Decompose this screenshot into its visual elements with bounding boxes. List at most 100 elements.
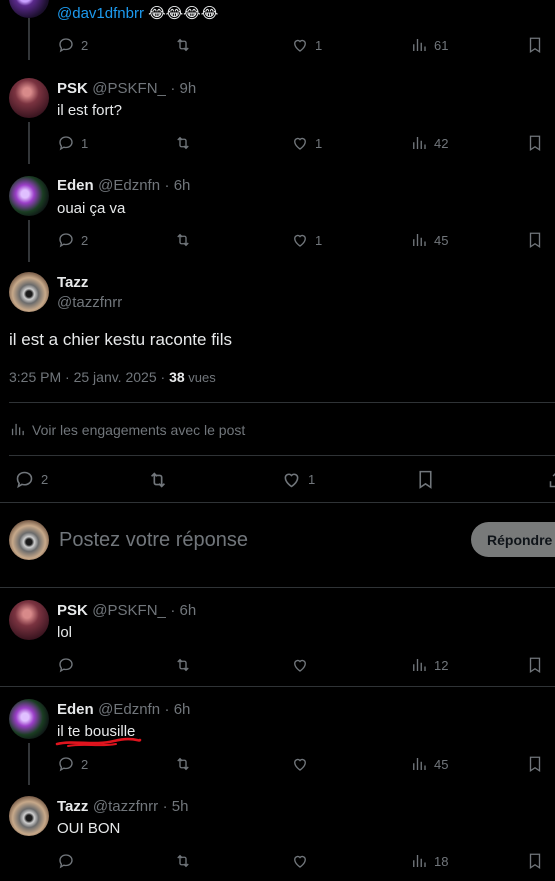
timestamp[interactable]: · 6h bbox=[165, 177, 191, 194]
views-count: 45 bbox=[434, 232, 449, 248]
thread-line bbox=[28, 220, 30, 262]
thread-line bbox=[28, 743, 30, 785]
bookmark-button[interactable] bbox=[526, 134, 544, 152]
reply-button[interactable]: 2 bbox=[57, 36, 88, 54]
share-icon bbox=[549, 473, 555, 488]
retweet-button[interactable] bbox=[174, 231, 192, 249]
bookmark-button[interactable] bbox=[526, 36, 544, 54]
avatar-eden[interactable] bbox=[9, 176, 49, 216]
bookmark-icon bbox=[529, 135, 541, 152]
main-tweet-handle[interactable]: @tazzfnrr bbox=[57, 294, 122, 311]
bookmark-button[interactable] bbox=[526, 755, 544, 773]
views-button[interactable]: 45 bbox=[410, 231, 448, 249]
bookmark-icon bbox=[529, 232, 541, 249]
views-icon bbox=[413, 659, 426, 671]
retweet-button[interactable] bbox=[174, 755, 192, 773]
tweet-meta: 3:25 PM · 25 janv. 2025 · 38 vues bbox=[9, 369, 216, 385]
reply-button[interactable]: 1 bbox=[57, 134, 88, 152]
retweet-icon bbox=[177, 854, 189, 868]
avatar-eden-top[interactable] bbox=[9, 0, 49, 18]
views-icon bbox=[413, 137, 426, 149]
retweet-icon bbox=[177, 757, 189, 771]
bookmark-icon bbox=[529, 657, 541, 674]
timestamp[interactable]: · 9h bbox=[170, 80, 196, 97]
user-handle[interactable]: @tazzfnrr bbox=[93, 798, 158, 815]
views-button[interactable]: 61 bbox=[410, 36, 448, 54]
share-button[interactable] bbox=[547, 469, 555, 490]
retweet-button[interactable] bbox=[174, 852, 192, 870]
divider bbox=[0, 502, 555, 503]
timestamp[interactable]: · 5h bbox=[163, 798, 189, 815]
display-name[interactable]: PSK bbox=[57, 80, 88, 97]
retweet-icon bbox=[150, 472, 166, 488]
display-name[interactable]: Eden bbox=[57, 177, 94, 194]
like-count: 1 bbox=[308, 472, 316, 487]
retweet-button[interactable] bbox=[174, 36, 192, 54]
avatar-composer[interactable] bbox=[9, 520, 49, 560]
mention-link[interactable]: @dav1dfnbrr bbox=[57, 5, 144, 22]
avatar-psk[interactable] bbox=[9, 78, 49, 118]
like-button[interactable]: 1 bbox=[291, 36, 322, 54]
like-button[interactable] bbox=[291, 755, 309, 773]
tweet-header: PSK @PSKFN_ · 9h bbox=[57, 80, 196, 98]
views-button[interactable]: 45 bbox=[410, 755, 448, 773]
timestamp[interactable]: · 6h bbox=[165, 701, 191, 718]
timestamp[interactable]: · 6h bbox=[170, 602, 196, 619]
view-engagements-link[interactable]: Voir les engagements avec le post bbox=[9, 421, 245, 438]
display-name[interactable]: Eden bbox=[57, 701, 94, 718]
reply-button[interactable]: 2 bbox=[57, 231, 88, 249]
main-tweet-name[interactable]: Tazz bbox=[57, 274, 88, 291]
retweet-icon bbox=[177, 233, 189, 247]
views-button[interactable]: 42 bbox=[410, 134, 448, 152]
reply-count: 1 bbox=[81, 135, 89, 151]
like-button[interactable] bbox=[291, 852, 309, 870]
like-icon bbox=[294, 758, 306, 771]
view-label: vues bbox=[184, 370, 216, 385]
reply-count: 2 bbox=[81, 232, 89, 248]
reply-count: 2 bbox=[81, 37, 89, 53]
user-handle[interactable]: @PSKFN_ bbox=[92, 602, 166, 619]
views-count: 12 bbox=[434, 657, 449, 673]
user-handle[interactable]: @Edznfn bbox=[98, 701, 160, 718]
retweet-button[interactable] bbox=[174, 134, 192, 152]
like-button[interactable]: 1 bbox=[291, 231, 322, 249]
main-tweet-text: il est a chier kestu raconte fils bbox=[9, 330, 232, 349]
reply-count: 2 bbox=[81, 756, 89, 772]
reply-icon bbox=[59, 854, 73, 869]
reply-button[interactable] bbox=[57, 852, 75, 870]
bookmark-button[interactable] bbox=[526, 656, 544, 674]
avatar-eden[interactable] bbox=[9, 699, 49, 739]
bookmark-button[interactable] bbox=[526, 852, 544, 870]
avatar-psk[interactable] bbox=[9, 600, 49, 640]
views-button[interactable]: 12 bbox=[410, 656, 448, 674]
bookmark-icon bbox=[529, 756, 541, 773]
user-handle[interactable]: @Edznfn bbox=[98, 177, 160, 194]
bookmark-button[interactable] bbox=[526, 231, 544, 249]
reply-icon bbox=[59, 136, 73, 151]
views-icon bbox=[413, 855, 426, 867]
like-button[interactable]: 1 bbox=[291, 134, 322, 152]
tweet-header: PSK @PSKFN_ · 6h bbox=[57, 602, 196, 620]
reply-button[interactable] bbox=[57, 656, 75, 674]
views-button[interactable]: 18 bbox=[410, 852, 448, 870]
reply-button[interactable]: 2 bbox=[57, 755, 88, 773]
display-name[interactable]: PSK bbox=[57, 602, 88, 619]
like-button[interactable] bbox=[291, 656, 309, 674]
avatar-tazz[interactable] bbox=[9, 796, 49, 836]
tweet-date[interactable]: 3:25 PM · 25 janv. 2025 · bbox=[9, 369, 169, 385]
retweet-button[interactable] bbox=[174, 656, 192, 674]
avatar-tazz[interactable] bbox=[9, 272, 49, 312]
user-handle[interactable]: @PSKFN_ bbox=[92, 80, 166, 97]
like-button[interactable]: 1 bbox=[281, 469, 315, 490]
retweet-button[interactable] bbox=[147, 469, 169, 491]
reply-submit-button[interactable]: Répondre bbox=[471, 522, 555, 557]
display-name[interactable]: Tazz bbox=[57, 798, 88, 815]
reply-input[interactable]: Postez votre réponse bbox=[59, 529, 248, 552]
reply-icon bbox=[59, 38, 73, 53]
reply-count: 2 bbox=[41, 472, 49, 487]
bookmark-button[interactable] bbox=[415, 469, 436, 490]
reply-button[interactable]: 2 bbox=[14, 469, 48, 490]
tweet-header: Tazz @tazzfnrr · 5h bbox=[57, 798, 188, 816]
analytics-icon bbox=[11, 423, 24, 436]
divider bbox=[0, 686, 555, 687]
